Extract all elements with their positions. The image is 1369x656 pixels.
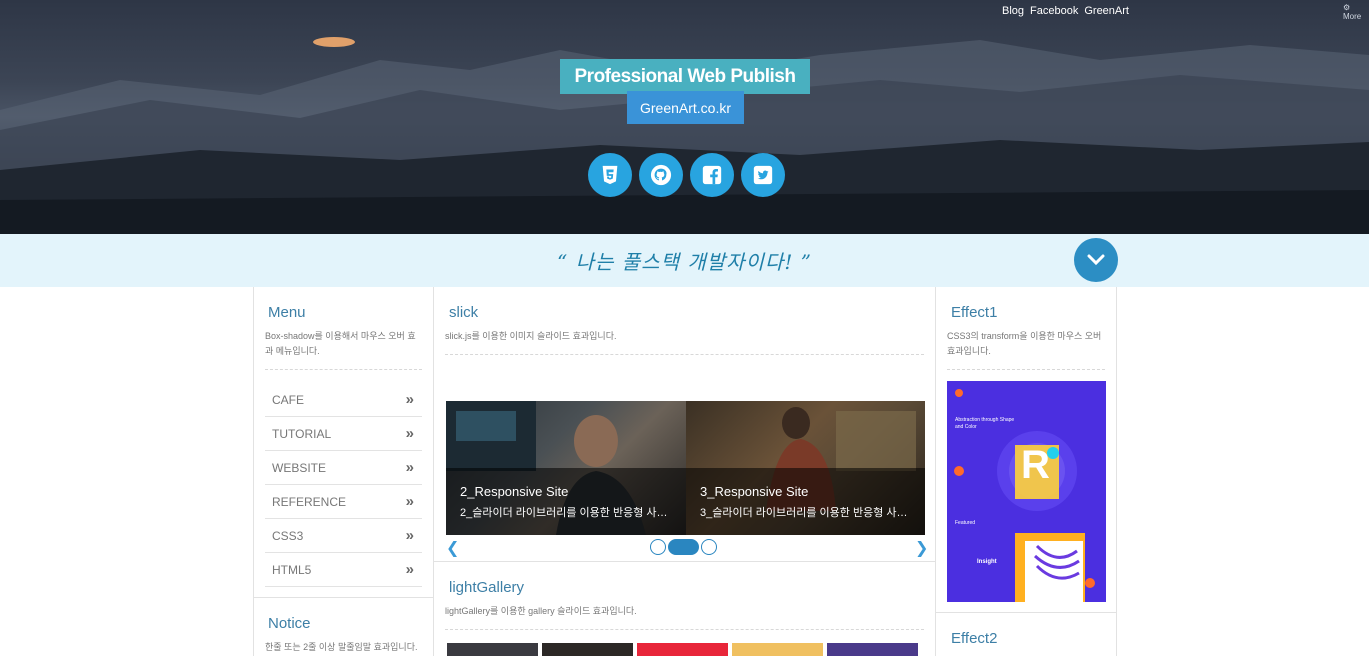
lightgallery-desc: lightGallery를 이용한 gallery 슬라이드 효과입니다. bbox=[445, 606, 637, 616]
notice-title: Notice bbox=[268, 615, 311, 632]
more-link[interactable]: ⚙ More bbox=[1343, 3, 1369, 21]
chevron-down-icon bbox=[1087, 254, 1105, 266]
divider bbox=[445, 629, 924, 630]
slide-title: 3_Responsive Site bbox=[700, 484, 809, 499]
menu-list: CAFE » TUTORIAL » WEBSITE » REFERENCE » … bbox=[265, 383, 422, 587]
page-title: Professional Web Publish bbox=[560, 59, 810, 94]
effect1-section: Effect1 CSS3의 transform을 이용한 마우스 오버효과입니다… bbox=[936, 287, 1116, 370]
slide-desc: 2_슬라이더 라이브러리를 이용한 반응형 사이트 bbox=[460, 507, 672, 519]
slide-item[interactable]: 2_Responsive Site 2_슬라이더 라이브러리를 이용한 반응형 … bbox=[446, 401, 686, 535]
gallery-thumbnail[interactable] bbox=[637, 643, 728, 656]
middle-column: slick slick.js를 이용한 이미지 슬라이드 효과입니다. 2_Re… bbox=[434, 287, 936, 656]
slider-next-button[interactable]: ❯ bbox=[915, 538, 928, 558]
slide-caption: 2_Responsive Site 2_슬라이더 라이브러리를 이용한 반응형 … bbox=[446, 468, 686, 535]
effect1-image-letter: R bbox=[1021, 443, 1050, 487]
quote-bar: “ 나는 풀스택 개발자이다! ” bbox=[0, 234, 1369, 287]
effect1-image-heading: Abstraction through Shape and Color bbox=[955, 417, 1015, 430]
slider-dots bbox=[650, 539, 717, 555]
slick-desc: slick.js를 이용한 이미지 슬라이드 효과입니다. bbox=[445, 331, 617, 341]
slider-dot-active[interactable] bbox=[668, 539, 699, 555]
slide-caption: 3_Responsive Site 3_슬라이더 라이브러리를 이용한 반응형 … bbox=[686, 468, 925, 535]
menu-item-label: TUTORIAL bbox=[272, 426, 332, 441]
github-icon bbox=[650, 164, 672, 186]
site-subtitle: GreenArt.co.kr bbox=[627, 91, 744, 124]
social-links bbox=[588, 153, 785, 197]
top-nav: Blog Facebook GreenArt bbox=[1002, 5, 1129, 17]
image-slider[interactable]: 2_Responsive Site 2_슬라이더 라이브러리를 이용한 반응형 … bbox=[446, 401, 925, 535]
menu-item-reference[interactable]: REFERENCE » bbox=[265, 485, 422, 519]
slick-section: slick slick.js를 이용한 이미지 슬라이드 효과입니다. bbox=[434, 287, 935, 355]
effect1-image-insight: Insight bbox=[977, 559, 997, 565]
notice-desc: 한줄 또는 2줄 이상 말줄임말 효과입니다. bbox=[265, 642, 418, 652]
twitter-icon bbox=[753, 165, 773, 185]
menu-item-label: WEBSITE bbox=[272, 460, 327, 475]
greenart-link[interactable]: GreenArt bbox=[1084, 5, 1129, 17]
menu-item-label: REFERENCE bbox=[272, 494, 347, 509]
menu-item-website[interactable]: WEBSITE » bbox=[265, 451, 422, 485]
right-column: Effect1 CSS3의 transform을 이용한 마우스 오버효과입니다… bbox=[936, 287, 1117, 656]
gallery-thumbnail[interactable] bbox=[732, 643, 823, 656]
facebook-icon bbox=[702, 165, 722, 185]
menu-section: Menu Box-shadow를 이용해서 마우스 오버 효과 메뉴입니다. bbox=[254, 287, 433, 370]
slider-prev-button[interactable]: ❮ bbox=[446, 538, 459, 558]
double-chevron-right-icon: » bbox=[405, 527, 414, 544]
effect2-section: Effect2 bbox=[936, 612, 1116, 647]
gallery-thumbnail[interactable] bbox=[827, 643, 918, 656]
quote-text: “ 나는 풀스택 개발자이다! ” bbox=[557, 250, 812, 274]
gallery-thumbnails bbox=[447, 643, 918, 656]
slide-title: 2_Responsive Site bbox=[460, 484, 569, 499]
lightgallery-section: lightGallery lightGallery를 이용한 gallery 슬… bbox=[434, 561, 935, 630]
scroll-down-button[interactable] bbox=[1074, 238, 1118, 282]
effect1-desc: CSS3의 transform을 이용한 마우스 오버효과입니다. bbox=[947, 331, 1102, 356]
menu-item-label: CAFE bbox=[272, 392, 305, 407]
slider-dot[interactable] bbox=[701, 539, 717, 555]
gallery-thumbnail[interactable] bbox=[542, 643, 633, 656]
github-button[interactable] bbox=[639, 153, 683, 197]
left-column: Menu Box-shadow를 이용해서 마우스 오버 효과 메뉴입니다. C… bbox=[253, 287, 434, 656]
lightgallery-title: lightGallery bbox=[449, 579, 525, 596]
double-chevron-right-icon: » bbox=[405, 425, 414, 442]
menu-item-css3[interactable]: CSS3 » bbox=[265, 519, 422, 553]
double-chevron-right-icon: » bbox=[405, 561, 414, 578]
menu-item-label: HTML5 bbox=[272, 562, 312, 577]
slide-desc: 3_슬라이더 라이브러리를 이용한 반응형 사이트 bbox=[700, 507, 912, 519]
menu-title: Menu bbox=[268, 304, 306, 321]
effect1-artwork bbox=[954, 389, 1095, 602]
blog-link[interactable]: Blog bbox=[1002, 5, 1024, 17]
divider bbox=[947, 369, 1105, 370]
divider bbox=[265, 369, 422, 370]
slider-dot[interactable] bbox=[650, 539, 666, 555]
divider bbox=[445, 354, 924, 355]
gallery-thumbnail[interactable] bbox=[447, 643, 538, 656]
slick-title: slick bbox=[449, 304, 479, 321]
menu-item-label: CSS3 bbox=[272, 528, 304, 543]
facebook-button[interactable] bbox=[690, 153, 734, 197]
effect2-title: Effect2 bbox=[951, 630, 998, 647]
menu-item-cafe[interactable]: CAFE » bbox=[265, 383, 422, 417]
notice-section: Notice 한줄 또는 2줄 이상 말줄임말 효과입니다. bbox=[254, 597, 433, 655]
double-chevron-right-icon: » bbox=[405, 391, 414, 408]
double-chevron-right-icon: » bbox=[405, 459, 414, 476]
effect1-image-featured: Featured bbox=[955, 520, 976, 526]
facebook-link[interactable]: Facebook bbox=[1030, 5, 1078, 17]
hero-banner: Blog Facebook GreenArt ⚙ More Profession… bbox=[0, 0, 1369, 234]
effect1-title: Effect1 bbox=[951, 304, 998, 321]
double-chevron-right-icon: » bbox=[405, 493, 414, 510]
menu-desc: Box-shadow를 이용해서 마우스 오버 효과 메뉴입니다. bbox=[265, 331, 416, 356]
menu-item-tutorial[interactable]: TUTORIAL » bbox=[265, 417, 422, 451]
html5-icon bbox=[602, 165, 618, 185]
effect1-image[interactable]: Abstraction through Shape and Color R Fe… bbox=[947, 381, 1106, 602]
slide-item[interactable]: 3_Responsive Site 3_슬라이더 라이브러리를 이용한 반응형 … bbox=[686, 401, 925, 535]
twitter-button[interactable] bbox=[741, 153, 785, 197]
menu-item-html5[interactable]: HTML5 » bbox=[265, 553, 422, 587]
html5-button[interactable] bbox=[588, 153, 632, 197]
more-label: More bbox=[1343, 12, 1362, 21]
